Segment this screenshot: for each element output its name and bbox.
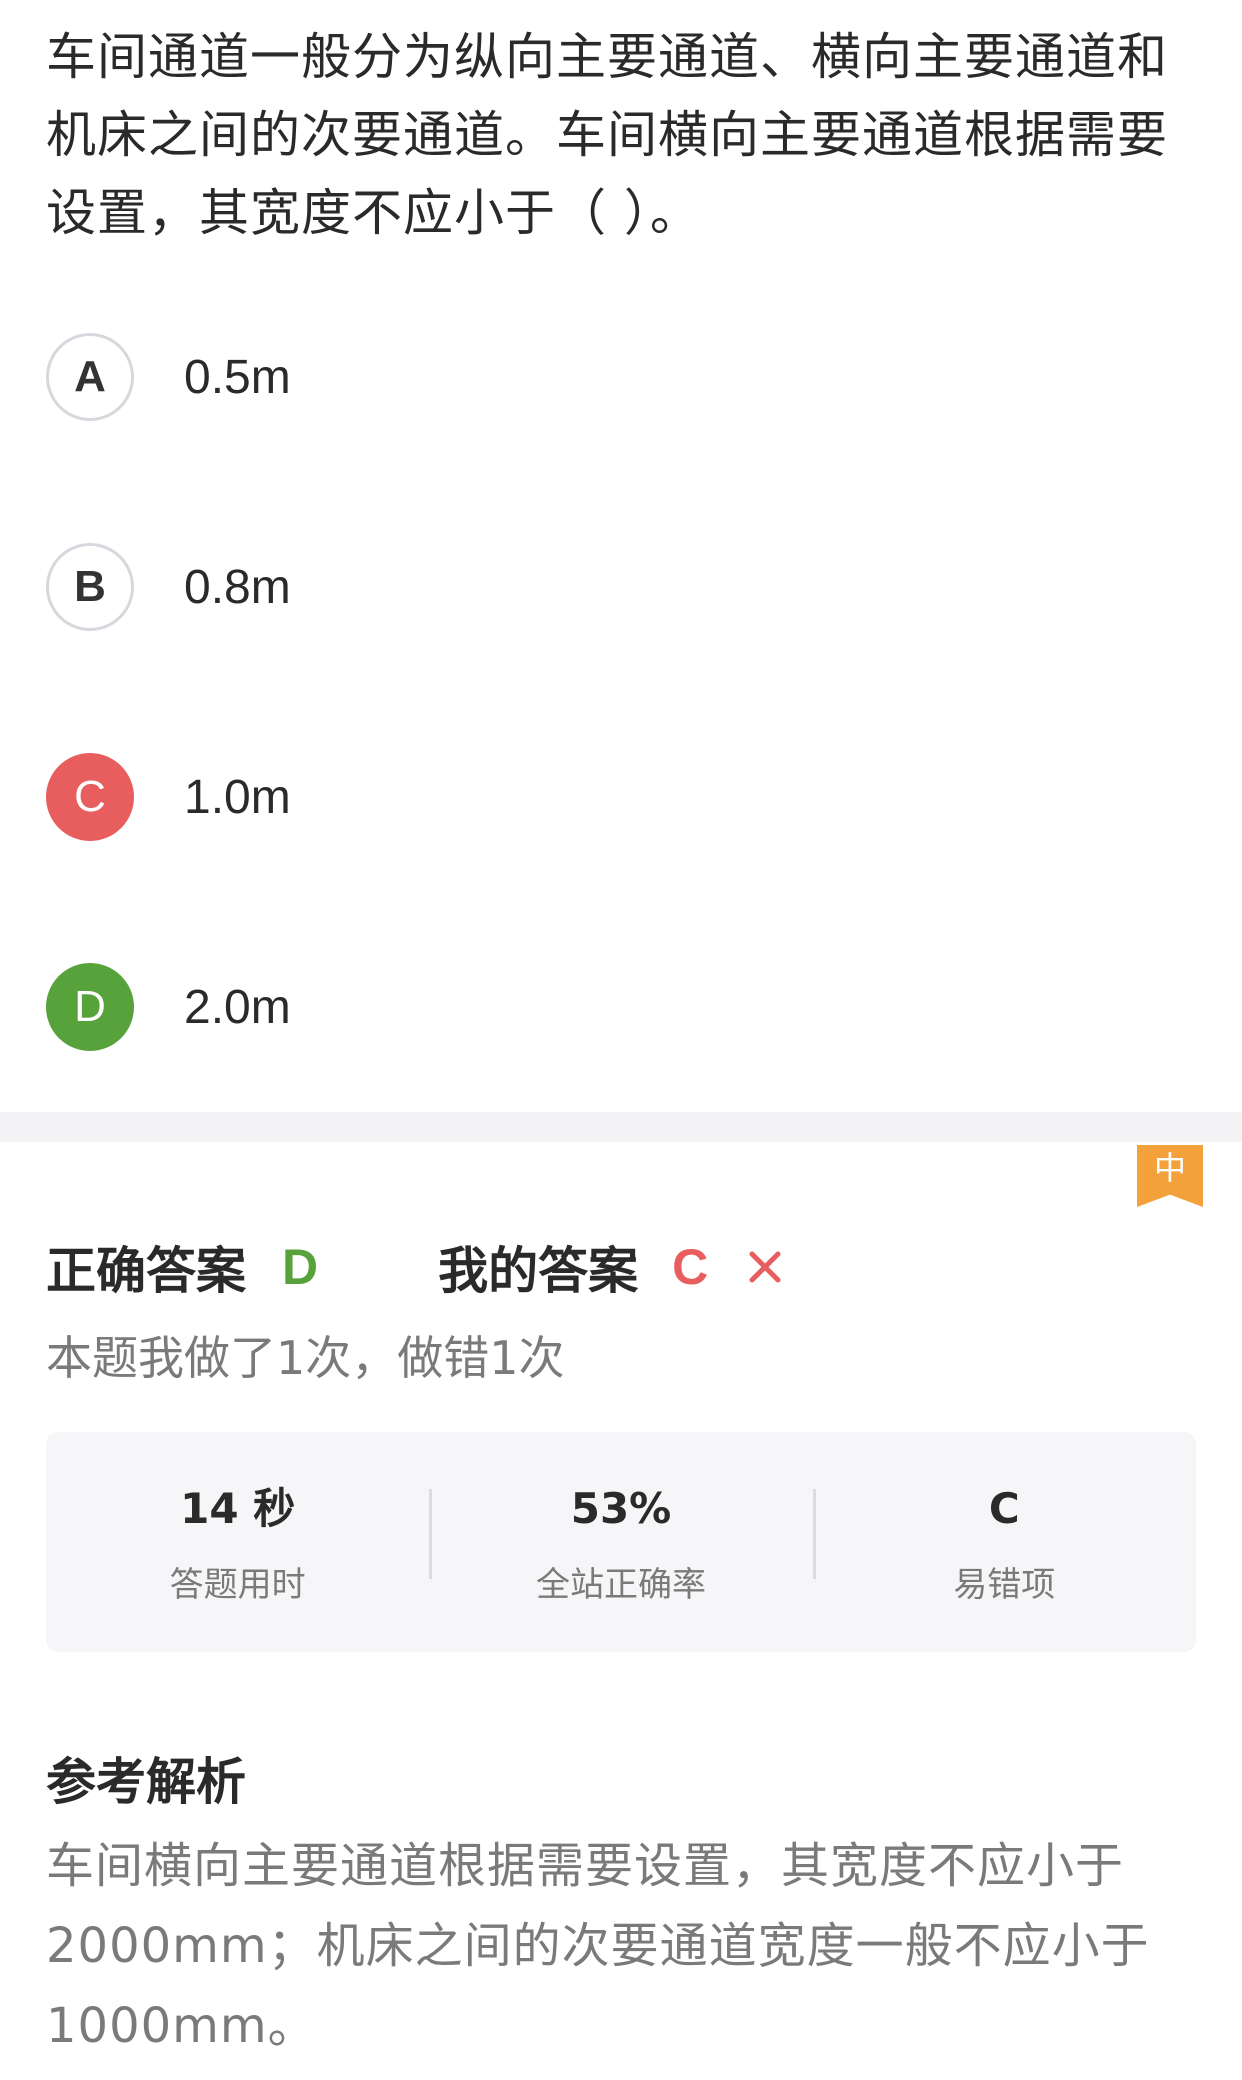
option-a-text: 0.5m bbox=[184, 350, 291, 404]
stat-time: 14 秒 答题用时 bbox=[46, 1479, 429, 1606]
stats-panel: 14 秒 答题用时 53% 全站正确率 C 易错项 bbox=[46, 1432, 1196, 1652]
stat-common-mistake: C 易错项 bbox=[812, 1479, 1196, 1606]
option-c-text: 1.0m bbox=[184, 770, 291, 824]
option-d-text: 2.0m bbox=[184, 980, 291, 1034]
option-c-letter: C bbox=[46, 753, 134, 841]
option-b[interactable]: B 0.8m bbox=[46, 543, 1196, 753]
option-c[interactable]: C 1.0m bbox=[46, 753, 1196, 963]
stat-common-mistake-value: C bbox=[988, 1483, 1020, 1533]
stat-accuracy-label: 全站正确率 bbox=[535, 1564, 706, 1605]
difficulty-badge: 中 bbox=[1137, 1145, 1203, 1207]
option-d-letter: D bbox=[46, 963, 134, 1051]
close-icon bbox=[748, 1250, 782, 1284]
correct-answer-label: 正确答案 bbox=[46, 1242, 246, 1300]
stat-time-value: 14 秒 bbox=[180, 1483, 296, 1533]
stat-common-mistake-label: 易错项 bbox=[953, 1564, 1056, 1605]
stat-accuracy-value: 53% bbox=[570, 1483, 672, 1533]
option-b-letter: B bbox=[46, 543, 134, 631]
my-answer-value: C bbox=[672, 1239, 709, 1295]
section-divider bbox=[0, 1112, 1242, 1142]
options-list: A 0.5m B 0.8m C 1.0m D 2.0m bbox=[46, 333, 1196, 1173]
option-b-text: 0.8m bbox=[184, 560, 291, 614]
analysis-title: 参考解析 bbox=[46, 1753, 246, 1811]
correct-answer-value: D bbox=[282, 1239, 319, 1295]
analysis-text: 车间横向主要通道根据需要设置，其宽度不应小于2000mm；机床之间的次要通道宽度… bbox=[46, 1838, 1150, 2054]
option-a-letter: A bbox=[46, 333, 134, 421]
attempt-count-text: 本题我做了1次，做错1次 bbox=[46, 1331, 565, 1385]
my-answer-label: 我的答案 bbox=[438, 1242, 639, 1300]
stat-time-label: 答题用时 bbox=[169, 1564, 306, 1605]
option-a[interactable]: A 0.5m bbox=[46, 333, 1196, 543]
answer-summary: 正确答案 D 我的答案 C bbox=[46, 1232, 782, 1302]
question-text: 车间通道一般分为纵向主要通道、横向主要通道和机床之间的次要通道。车间横向主要通道… bbox=[46, 28, 1168, 242]
stat-accuracy: 53% 全站正确率 bbox=[429, 1479, 812, 1606]
